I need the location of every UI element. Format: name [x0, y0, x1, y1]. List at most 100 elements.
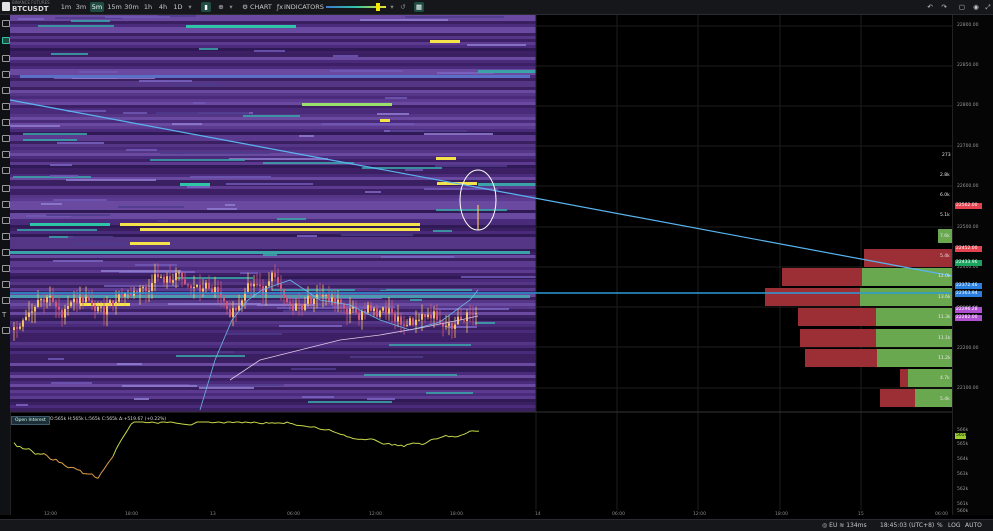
open-interest-line	[29, 449, 32, 452]
line-tool-icon[interactable]	[2, 201, 10, 208]
liquidity-band	[254, 50, 285, 52]
liquidity-band	[104, 285, 179, 287]
cursor-tool-icon[interactable]	[2, 20, 10, 27]
fullscreen-icon[interactable]: ▢	[958, 2, 966, 12]
trendline-tool-icon[interactable]	[2, 135, 10, 142]
liquidity-band	[23, 133, 87, 135]
open-interest-line	[44, 454, 47, 456]
layout-icon[interactable]: ▦	[414, 2, 424, 12]
liquidity-band	[173, 152, 270, 154]
auto-scale-button[interactable]: AUTO	[965, 522, 982, 529]
liquidity-band	[10, 125, 60, 127]
camera-icon[interactable]: ◉	[972, 2, 980, 12]
liquidity-band	[177, 277, 253, 279]
heatmap-contrast-slider-knob[interactable]	[376, 3, 380, 11]
open-interest-line	[377, 441, 380, 443]
timeframe-4h[interactable]: 4h	[157, 2, 169, 12]
candles-icon[interactable]: ▮	[201, 2, 211, 12]
open-interest-line	[62, 463, 65, 466]
timeframe-5m[interactable]: 5m	[90, 2, 104, 12]
reset-icon[interactable]: ↺	[400, 2, 406, 12]
liquidity-band	[447, 326, 477, 328]
timeframe-1d[interactable]: 1D	[172, 2, 184, 12]
volume-label: 11.3k	[938, 315, 951, 320]
slider-dropdown-icon[interactable]: ▾	[389, 2, 395, 12]
percent-scale-button[interactable]: %	[937, 522, 943, 529]
symbol-selector[interactable]: BTCUSDT	[12, 5, 49, 13]
timeframe-30m[interactable]: 30m	[124, 2, 139, 12]
indicators-button[interactable]: INDICATORS	[284, 2, 318, 12]
liquidity-band-strong	[10, 295, 530, 298]
open-interest-line	[335, 432, 338, 433]
price-tag-vwap: 22296.28	[955, 307, 982, 313]
note-tool-icon[interactable]	[2, 327, 10, 334]
volume-label: 7.6k	[940, 234, 950, 239]
liquidity-band	[156, 112, 249, 114]
open-interest-line	[389, 443, 392, 445]
liquidity-band	[272, 289, 355, 291]
timeframe-3m[interactable]: 3m	[75, 2, 87, 12]
undo-icon[interactable]: ↶	[926, 2, 934, 12]
open-interest-line	[467, 431, 470, 433]
ruler-tool-icon[interactable]	[2, 185, 10, 192]
liquidity-band	[189, 384, 284, 386]
rectangle-tool-icon[interactable]	[2, 217, 10, 224]
liquidity-band	[38, 25, 114, 27]
price-label: 22850.00	[957, 63, 978, 68]
arrow-tool-icon[interactable]	[2, 151, 10, 158]
open-interest-line	[365, 439, 368, 440]
ray-tool-icon[interactable]	[2, 119, 10, 126]
liquidity-band	[263, 254, 277, 256]
open-interest-line	[446, 435, 449, 436]
crosshair-icon[interactable]: ⊕	[216, 2, 226, 12]
open-interest-line	[380, 443, 383, 445]
open-interest-indicator-tab[interactable]: Open Interest	[11, 416, 50, 425]
liquidity-band	[57, 142, 104, 144]
liquidity-band	[171, 84, 218, 86]
price-axis[interactable]: 22800.00 22850.00 22800.00 22700.00 2260…	[952, 15, 993, 515]
liquidity-band	[46, 214, 110, 216]
open-interest-line	[179, 424, 182, 425]
oi-axis-label: 561k	[957, 502, 968, 507]
liquidity-band-strong	[302, 103, 392, 106]
trash-tool-icon[interactable]	[2, 103, 10, 110]
volume-bar-ask	[798, 308, 876, 326]
open-interest-line	[284, 422, 287, 424]
volume-label: 5.4k	[940, 397, 950, 402]
price-label: 22800.00	[957, 23, 978, 28]
expand-icon[interactable]: ⤢	[984, 2, 992, 12]
log-scale-button[interactable]: LOG	[948, 522, 961, 529]
open-interest-line	[50, 459, 53, 460]
timeframe-15m[interactable]: 15m	[107, 2, 122, 12]
oi-current-tag: 565k	[955, 433, 966, 439]
hline-tool-icon[interactable]	[2, 281, 10, 288]
active-tool-icon[interactable]	[2, 37, 10, 44]
open-interest-line	[251, 422, 254, 423]
redo-icon[interactable]: ↷	[940, 2, 948, 12]
hray-tool-icon[interactable]	[2, 297, 10, 304]
eraser-tool-icon[interactable]	[2, 87, 10, 94]
pencil-tool-icon[interactable]	[2, 167, 10, 174]
open-interest-line	[53, 459, 56, 460]
fib-tool-icon[interactable]	[2, 233, 10, 240]
chart-settings-icon: ⚙	[241, 2, 249, 12]
timeframe-1m[interactable]: 1m	[60, 2, 72, 12]
eye-tool-icon[interactable]	[2, 55, 10, 62]
channel-tool-icon[interactable]	[2, 265, 10, 272]
price-tag-level: 22363.94	[955, 291, 982, 297]
chart-button[interactable]: CHART	[250, 2, 270, 12]
brush-tool-icon[interactable]	[2, 71, 10, 78]
liquidity-band	[225, 204, 235, 206]
timeframe-1h[interactable]: 1h	[142, 2, 154, 12]
crosshair-dropdown-icon[interactable]: ▾	[228, 2, 234, 12]
grid-tool-icon[interactable]	[2, 249, 10, 256]
liquidity-band	[369, 288, 386, 290]
open-interest-line	[362, 439, 365, 440]
open-interest-line	[263, 422, 266, 423]
price-tag-ask: 22452.00	[955, 246, 982, 252]
text-tool-icon[interactable]: T	[2, 311, 6, 319]
timeframe-dropdown-icon[interactable]: ▾	[186, 2, 194, 12]
volume-bar-ask	[880, 389, 915, 407]
volume-bar-ask	[805, 349, 877, 367]
liquidity-band	[360, 19, 448, 21]
